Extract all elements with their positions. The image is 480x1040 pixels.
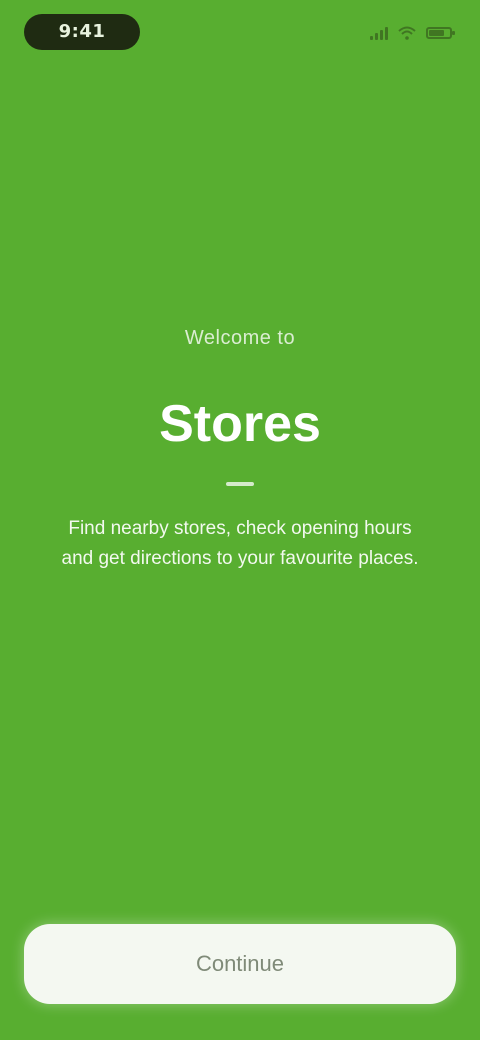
status-bar: 9:41 bbox=[0, 0, 480, 64]
battery-icon bbox=[426, 27, 455, 39]
page-title: Stores bbox=[159, 395, 321, 453]
intro-description: Find nearby stores, check opening hours … bbox=[61, 518, 419, 569]
status-icons bbox=[370, 22, 455, 44]
welcome-eyebrow: Welcome to bbox=[184, 327, 296, 349]
intro-section: Welcome to Stores Find nearby stores, ch… bbox=[0, 318, 480, 574]
title-divider bbox=[226, 482, 254, 486]
continue-button[interactable]: Continue bbox=[24, 924, 456, 1004]
status-time: 9:41 bbox=[24, 14, 140, 50]
signal-icon bbox=[370, 26, 388, 40]
wifi-icon bbox=[398, 26, 416, 40]
